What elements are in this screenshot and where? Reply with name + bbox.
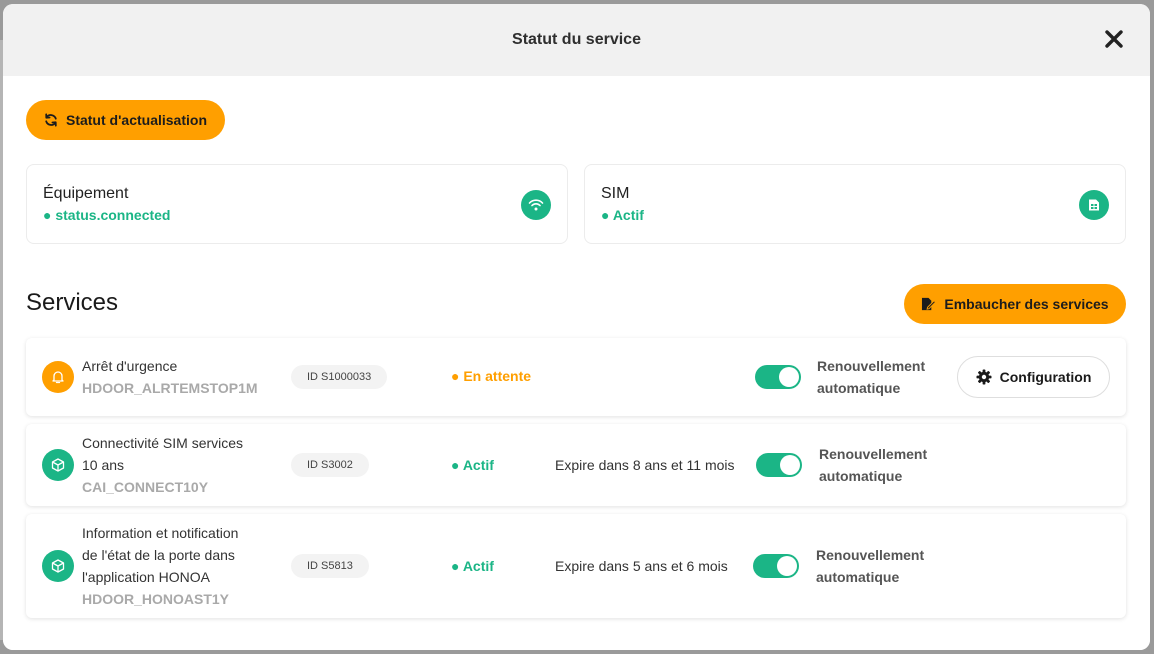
refresh-icon <box>45 113 57 127</box>
equipment-title: Équipement <box>43 185 129 202</box>
service-name: Arrêt d'urgence HDOOR_ALRTEMSTOP1M <box>82 355 258 399</box>
box-icon <box>42 449 74 481</box>
service-status-modal: Statut du service Statut d'actualisation… <box>3 4 1150 650</box>
service-row: Connectivité SIM services 10 ans CAI_CON… <box>26 424 1126 506</box>
configuration-label: Configuration <box>999 369 1092 385</box>
service-id-badge: ID S5813 <box>291 554 369 578</box>
equipment-status: ● status.connected <box>43 207 171 223</box>
auto-renew-label: Renouvellement automatique <box>816 547 925 585</box>
bell-icon <box>42 361 74 393</box>
service-status: ● Actif <box>451 457 494 473</box>
services-title: Services <box>26 289 119 316</box>
refresh-status-label: Statut d'actualisation <box>65 112 207 128</box>
auto-renew-toggle[interactable] <box>755 365 801 389</box>
box-icon <box>42 550 74 582</box>
hire-services-label: Embaucher des services <box>944 296 1109 312</box>
gear-icon <box>976 369 992 385</box>
auto-renew-label: Renouvellement automatique <box>819 446 928 484</box>
service-id-badge: ID S3002 <box>291 453 369 477</box>
edit-document-icon <box>922 297 937 311</box>
auto-renew-toggle[interactable] <box>753 554 799 578</box>
close-button[interactable] <box>1103 28 1125 50</box>
sim-title: SIM <box>601 185 630 202</box>
configuration-button[interactable]: Configuration <box>957 356 1110 398</box>
modal-header: Statut du service <box>3 4 1150 76</box>
auto-renew-label: Renouvellement automatique <box>817 358 926 396</box>
service-name: Information et notification de l'état de… <box>82 522 238 610</box>
service-name: Connectivité SIM services 10 ans CAI_CON… <box>82 432 243 498</box>
service-row: Arrêt d'urgence HDOOR_ALRTEMSTOP1M ID S1… <box>26 338 1126 416</box>
service-expiry: Expire dans 5 ans et 6 mois <box>555 558 728 574</box>
sim-status: ● Actif <box>601 207 644 223</box>
close-icon <box>1105 30 1123 48</box>
refresh-status-button[interactable]: Statut d'actualisation <box>26 100 225 140</box>
sim-card-icon <box>1079 190 1109 220</box>
service-code: HDOOR_HONOAST1Y <box>82 591 230 607</box>
sim-card: SIM ● Actif <box>584 164 1126 244</box>
service-code: HDOOR_ALRTEMSTOP1M <box>82 380 258 396</box>
service-id-badge: ID S1000033 <box>291 365 388 389</box>
wifi-icon <box>521 190 551 220</box>
service-code: CAI_CONNECT10Y <box>82 479 209 495</box>
service-status: ● Actif <box>451 558 494 574</box>
service-status: ● En attente <box>451 368 532 384</box>
modal-title: Statut du service <box>512 31 641 48</box>
service-row: Information et notification de l'état de… <box>26 514 1126 618</box>
modal-body: Statut d'actualisation Équipement ● stat… <box>3 76 1150 650</box>
hire-services-button[interactable]: Embaucher des services <box>904 284 1126 324</box>
service-expiry: Expire dans 8 ans et 11 mois <box>555 457 735 473</box>
equipment-card: Équipement ● status.connected <box>26 164 568 244</box>
auto-renew-toggle[interactable] <box>756 453 802 477</box>
